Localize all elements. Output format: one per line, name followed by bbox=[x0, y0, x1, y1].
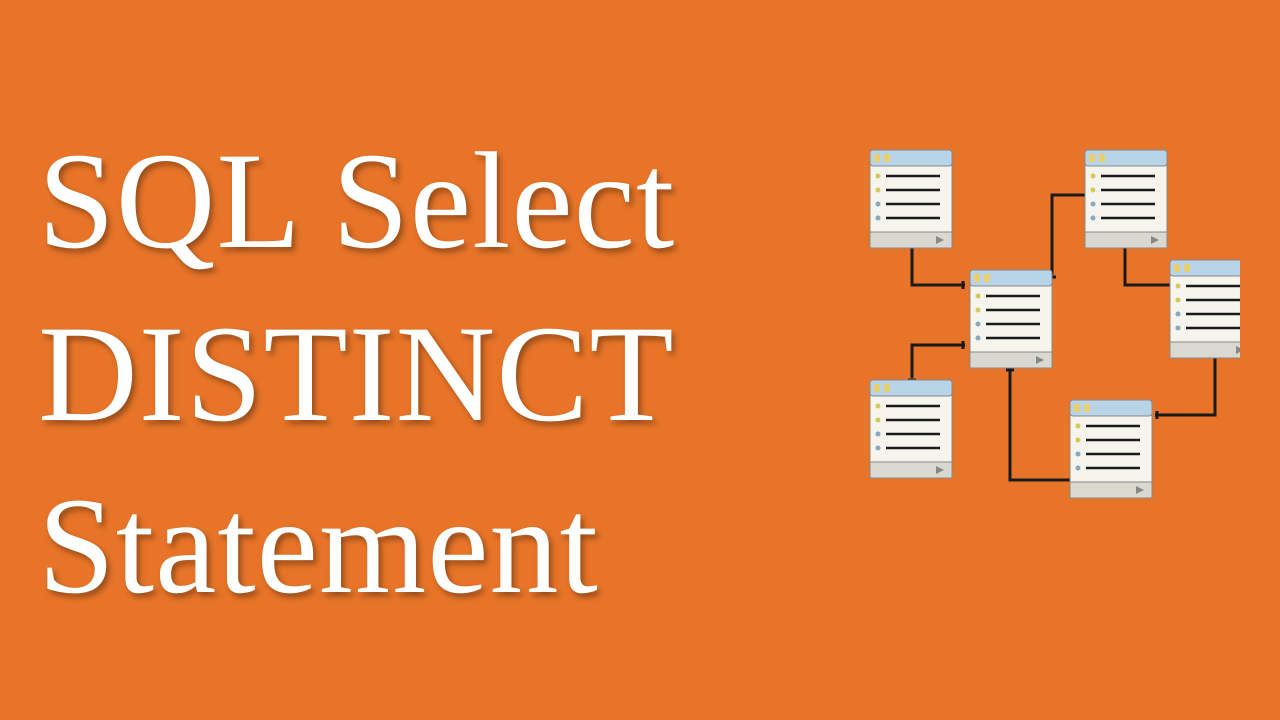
diagram-svg bbox=[820, 140, 1240, 560]
connector-line bbox=[1155, 356, 1215, 415]
title-line-3: Statement bbox=[38, 460, 675, 633]
main-title: SQL Select DISTINCT Statement bbox=[38, 115, 675, 633]
database-table-icon bbox=[1085, 150, 1167, 248]
connector-line bbox=[912, 345, 965, 378]
database-schema-diagram bbox=[820, 140, 1240, 560]
database-table-icon bbox=[1170, 260, 1240, 358]
database-table-icon bbox=[870, 150, 952, 248]
title-line-2: DISTINCT bbox=[38, 288, 675, 461]
database-table-icon bbox=[970, 270, 1052, 368]
connector-line bbox=[912, 248, 965, 285]
connector-line bbox=[1052, 195, 1090, 275]
title-line-1: SQL Select bbox=[38, 115, 675, 288]
database-table-icon bbox=[1070, 400, 1152, 498]
database-table-icon bbox=[870, 380, 952, 478]
